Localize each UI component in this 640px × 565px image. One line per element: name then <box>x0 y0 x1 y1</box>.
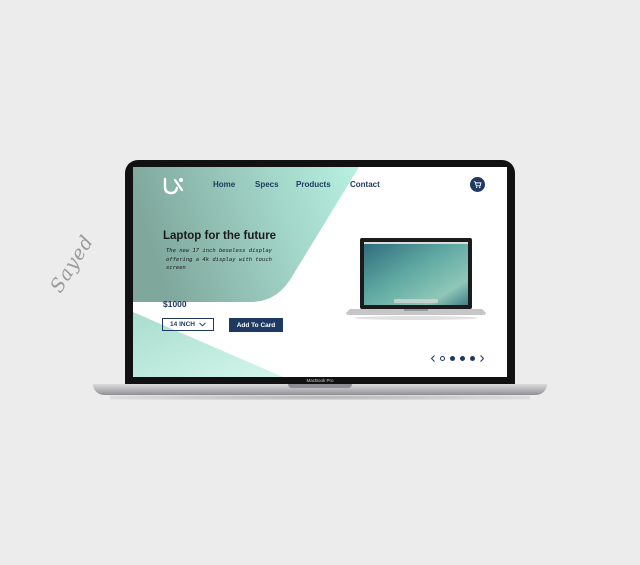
product-laptop-image <box>346 238 486 320</box>
nav-specs[interactable]: Specs <box>255 180 279 189</box>
signature: Sayed <box>46 231 99 297</box>
laptop-shadow <box>110 395 530 400</box>
price-label: $1000 <box>163 299 187 309</box>
nav-contact[interactable]: Contact <box>350 180 380 189</box>
chevron-left-icon <box>431 355 435 362</box>
device-label: MacBook Pro <box>306 378 334 383</box>
carousel-dot[interactable] <box>460 356 465 361</box>
add-to-cart-button[interactable]: Add To Card <box>229 318 283 332</box>
carousel-prev-button[interactable] <box>431 355 435 362</box>
carousel-next-button[interactable] <box>480 355 484 362</box>
laptop-frame: Home Specs Products Contact Laptop for t… <box>125 160 515 386</box>
chevron-right-icon <box>480 355 484 362</box>
hero-description: The new 17 inch beseless display offerin… <box>166 248 272 272</box>
nav-products[interactable]: Products <box>296 180 331 189</box>
size-dropdown-value: 14 INCH <box>170 321 195 328</box>
ux-logo-icon[interactable] <box>162 176 184 196</box>
laptop-notch <box>288 384 352 388</box>
cart-button[interactable] <box>470 177 485 192</box>
cart-icon <box>473 181 482 189</box>
size-dropdown[interactable]: 14 INCH <box>162 318 214 331</box>
carousel-dot[interactable] <box>470 356 475 361</box>
carousel-dot[interactable] <box>450 356 455 361</box>
website-screen: Home Specs Products Contact Laptop for t… <box>133 167 507 377</box>
nav-home[interactable]: Home <box>213 180 235 189</box>
carousel-dot[interactable] <box>440 356 445 361</box>
chevron-down-icon <box>199 322 206 327</box>
hero-title: Laptop for the future <box>163 230 277 242</box>
carousel-controls <box>431 355 484 362</box>
